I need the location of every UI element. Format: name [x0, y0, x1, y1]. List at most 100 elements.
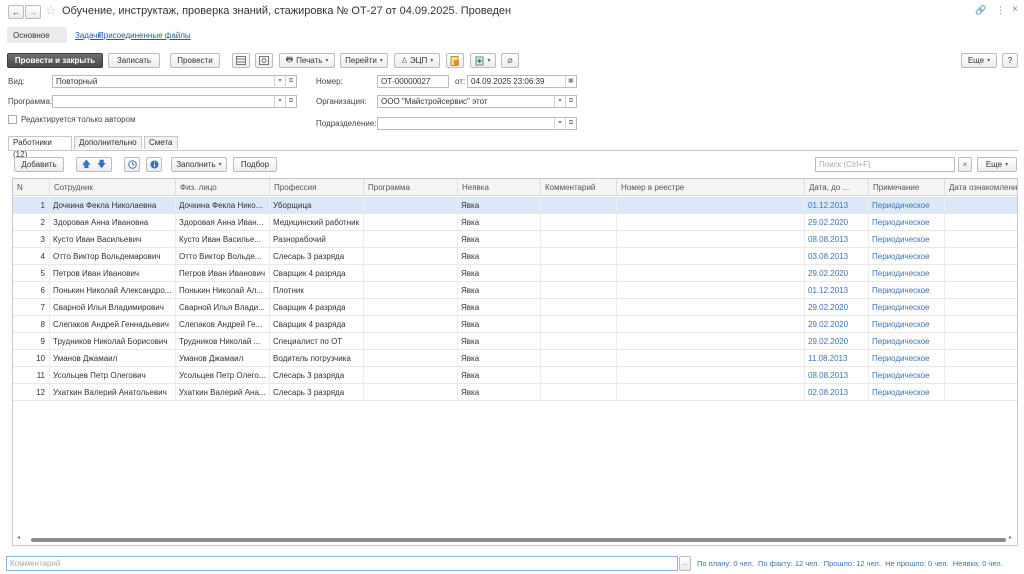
tab-estimate[interactable]: Смета: [144, 136, 178, 149]
cell-comment[interactable]: [540, 333, 616, 350]
help-button[interactable]: ?: [1002, 53, 1018, 68]
cell-comment[interactable]: [540, 214, 616, 231]
goto-button[interactable]: Перейти ▾: [340, 53, 388, 68]
cell-n[interactable]: 1: [13, 197, 49, 214]
cell-note[interactable]: Периодическое: [868, 231, 944, 248]
cell-person[interactable]: Усольцев Петр Олего...: [175, 367, 269, 384]
cell-date[interactable]: 01.12.2013: [804, 282, 868, 299]
chevron-down-icon[interactable]: ▾: [274, 96, 285, 107]
cell-registry[interactable]: [616, 265, 804, 282]
workers-table[interactable]: N Сотрудник Физ. лицо Профессия Программ…: [12, 178, 1018, 546]
cell-ack[interactable]: [944, 214, 1017, 231]
cell-employee[interactable]: Слепаков Андрей Геннадьевич: [49, 316, 175, 333]
cell-program[interactable]: [363, 214, 457, 231]
cell-absence[interactable]: Явка: [457, 265, 540, 282]
move-buttons[interactable]: 🡅 🡇: [76, 157, 112, 172]
column-header-note[interactable]: Примечание: [868, 179, 944, 196]
cell-registry[interactable]: [616, 282, 804, 299]
column-header-registry[interactable]: Номер в реестре: [616, 179, 804, 196]
cell-comment[interactable]: [540, 350, 616, 367]
cell-employee[interactable]: Отто Виктор Вольдемарович: [49, 248, 175, 265]
table-row[interactable]: 2 Здоровая Анна Ивановна Здоровая Анна Ива…: [13, 214, 1017, 231]
cell-program[interactable]: [363, 231, 457, 248]
cell-ack[interactable]: [944, 333, 1017, 350]
column-header-comment[interactable]: Комментарий: [540, 179, 616, 196]
cell-profession[interactable]: Слесарь 3 разряда: [269, 384, 363, 401]
nav-tab-files[interactable]: Присоединенные файлы: [98, 31, 191, 40]
more-button[interactable]: Еще ▾: [961, 53, 997, 68]
table-row[interactable]: 12 Ухаткин Валерий Анатольевич Ухаткин Вал…: [13, 384, 1017, 401]
comment-edit-button[interactable]: ...: [679, 556, 691, 571]
cell-absence[interactable]: Явка: [457, 248, 540, 265]
cell-note[interactable]: Периодическое: [868, 350, 944, 367]
cell-profession[interactable]: Медицинский работник: [269, 214, 363, 231]
cell-date[interactable]: 29.02.2020: [804, 299, 868, 316]
cell-date[interactable]: 29.02.2020: [804, 333, 868, 350]
cell-profession[interactable]: Специалист по ОТ: [269, 333, 363, 350]
cell-n[interactable]: 10: [13, 350, 49, 367]
cell-person[interactable]: Кусто Иван Василье...: [175, 231, 269, 248]
cell-absence[interactable]: Явка: [457, 282, 540, 299]
cell-comment[interactable]: [540, 282, 616, 299]
cell-program[interactable]: [363, 282, 457, 299]
cell-absence[interactable]: Явка: [457, 350, 540, 367]
dept-field[interactable]: ▾ ⧉: [377, 117, 577, 130]
clear-search-button[interactable]: ×: [958, 157, 972, 172]
info-button[interactable]: [146, 157, 162, 172]
table-row[interactable]: 11 Усольцев Петр Олегович Усольцев Петр Ол…: [13, 367, 1017, 384]
cell-ack[interactable]: [944, 299, 1017, 316]
cell-employee[interactable]: Дочкина Фекла Николаевна: [49, 197, 175, 214]
cell-profession[interactable]: Слесарь 3 разряда: [269, 367, 363, 384]
cell-program[interactable]: [363, 265, 457, 282]
cell-person[interactable]: Сварной Илья Влади...: [175, 299, 269, 316]
cell-profession[interactable]: Сварщик 4 разряда: [269, 265, 363, 282]
cell-n[interactable]: 12: [13, 384, 49, 401]
post-button[interactable]: Провести: [170, 53, 220, 68]
cell-ack[interactable]: [944, 350, 1017, 367]
cell-comment[interactable]: [540, 248, 616, 265]
cell-n[interactable]: 11: [13, 367, 49, 384]
cell-date[interactable]: 01.12.2013: [804, 197, 868, 214]
cell-employee[interactable]: Понькин Николай Александро...: [49, 282, 175, 299]
cell-absence[interactable]: Явка: [457, 316, 540, 333]
cell-absence[interactable]: Явка: [457, 384, 540, 401]
scroll-right-icon[interactable]: ▸: [1009, 534, 1012, 541]
column-header-program[interactable]: Программа: [363, 179, 457, 196]
cell-ack[interactable]: [944, 367, 1017, 384]
save-button[interactable]: Записать: [108, 53, 160, 68]
cell-note[interactable]: Периодическое: [868, 248, 944, 265]
cell-comment[interactable]: [540, 367, 616, 384]
fill-button[interactable]: Заполнить ▾: [171, 157, 227, 172]
cell-note[interactable]: Периодическое: [868, 316, 944, 333]
cell-comment[interactable]: [540, 265, 616, 282]
cell-employee[interactable]: Трудников Николай Борисович: [49, 333, 175, 350]
chevron-down-icon[interactable]: ▾: [554, 96, 565, 107]
cell-ack[interactable]: [944, 265, 1017, 282]
history-button[interactable]: [124, 157, 140, 172]
table-more-button[interactable]: Еще ▾: [977, 157, 1017, 172]
cell-absence[interactable]: Явка: [457, 231, 540, 248]
cell-n[interactable]: 8: [13, 316, 49, 333]
calendar-icon[interactable]: ▣: [565, 76, 576, 87]
cell-absence[interactable]: Явка: [457, 197, 540, 214]
cell-n[interactable]: 7: [13, 299, 49, 316]
link-icon[interactable]: 🔗: [975, 5, 986, 16]
vid-field[interactable]: Повторный ▾ ⧉: [52, 75, 297, 88]
cell-registry[interactable]: [616, 248, 804, 265]
cell-person[interactable]: Здоровая Анна Иван...: [175, 214, 269, 231]
cell-date[interactable]: 29.02.2020: [804, 265, 868, 282]
star-icon[interactable]: ☆: [45, 3, 57, 19]
cell-comment[interactable]: [540, 316, 616, 333]
cell-employee[interactable]: Сварной Илья Владимирович: [49, 299, 175, 316]
select-button[interactable]: Подбор: [233, 157, 277, 172]
cell-program[interactable]: [363, 316, 457, 333]
cell-absence[interactable]: Явка: [457, 367, 540, 384]
date-field[interactable]: 04.09.2025 23:06:39 ▣: [467, 75, 577, 88]
open-link-icon[interactable]: ⧉: [565, 118, 576, 129]
structure-button[interactable]: [255, 53, 273, 68]
cell-employee[interactable]: Петров Иван Иванович: [49, 265, 175, 282]
journal-button[interactable]: [232, 53, 250, 68]
org-field[interactable]: ООО "Майстройсервис" этот ▾ ⧉: [377, 95, 577, 108]
cell-ack[interactable]: [944, 197, 1017, 214]
cell-registry[interactable]: [616, 367, 804, 384]
